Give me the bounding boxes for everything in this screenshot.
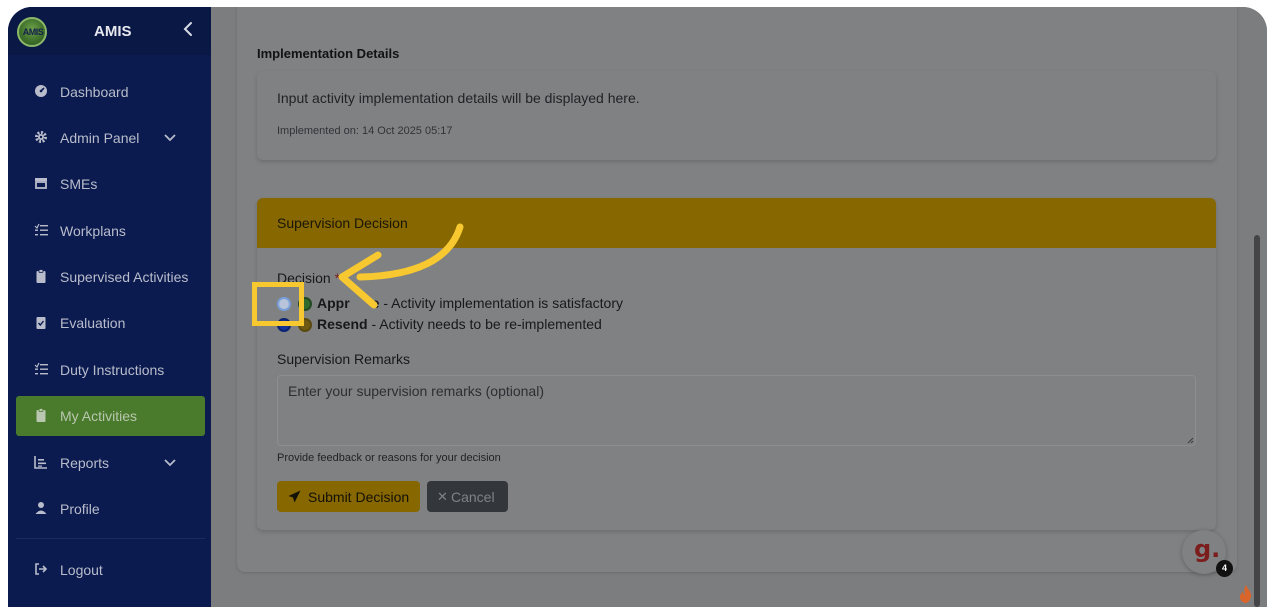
store-icon: [35, 178, 47, 189]
resend-option-description: - Activity needs to be re-implemented: [367, 316, 602, 332]
chevron-down-icon: [164, 134, 176, 142]
sidebar-item-label: Dashboard: [60, 84, 129, 100]
sidebar-item-dashboard[interactable]: Dashboard: [16, 72, 205, 112]
user-icon: [35, 502, 47, 514]
remarks-label: Supervision Remarks: [277, 351, 411, 367]
chevron-down-icon: [164, 459, 176, 467]
sidebar-item-label: Workplans: [60, 223, 126, 239]
remarks-textarea[interactable]: [277, 375, 1196, 446]
flame-icon[interactable]: [1238, 584, 1254, 604]
dashboard-icon: [35, 85, 47, 97]
supervision-title: Supervision Decision: [277, 215, 408, 231]
paper-plane-icon: [288, 490, 301, 503]
approve-option-description: - Activity implementation is satisfactor…: [379, 295, 623, 311]
logout-icon: [35, 563, 48, 575]
sidebar-item-smes[interactable]: SMEs: [16, 164, 205, 204]
logo-text: AMIS: [22, 27, 44, 37]
sidebar-item-label: Supervised Activities: [60, 269, 189, 285]
chart-icon: [34, 456, 47, 469]
main-content: Implementation Details Input activity im…: [211, 7, 1267, 607]
list-icon: [34, 223, 48, 236]
remarks-help-text: Provide feedback or reasons for your dec…: [277, 452, 501, 464]
clipboard-check-icon: [36, 317, 46, 329]
approve-option-text: Appr e - Activity implementation is satis…: [317, 295, 623, 311]
required-mark: *: [334, 270, 341, 286]
sidebar-item-label: SMEs: [60, 176, 98, 192]
sidebar-item-label: My Activities: [60, 408, 138, 424]
close-icon: ✕: [437, 489, 448, 504]
sidebar-item-logout[interactable]: Logout: [16, 550, 205, 590]
sidebar-brand: AMIS AMIS: [8, 7, 211, 55]
chat-widget-label: g.: [1194, 535, 1221, 563]
sidebar: AMIS AMIS Dashboard Admin Panel SMEs Wor…: [8, 7, 211, 607]
sidebar-item-workplans[interactable]: Workplans: [16, 211, 205, 251]
sidebar-item-label: Reports: [60, 455, 110, 471]
sidebar-item-admin-panel[interactable]: Admin Panel: [16, 118, 205, 158]
clipboard-icon: [36, 269, 46, 283]
sidebar-item-label: Evaluation: [60, 315, 126, 331]
implementation-title: Implementation Details: [257, 46, 400, 61]
sidebar-item-label: Admin Panel: [60, 130, 140, 146]
list-icon: [34, 362, 48, 375]
implementation-description: Input activity implementation details wi…: [277, 90, 640, 106]
page-scrollbar[interactable]: [1254, 235, 1260, 607]
resend-option-text: Resend - Activity needs to be re-impleme…: [317, 316, 602, 332]
sidebar-item-duty-instructions[interactable]: Duty Instructions: [16, 350, 205, 390]
sidebar-divider: [16, 538, 205, 539]
submit-decision-label: Submit Decision: [308, 489, 410, 505]
approve-option-name: Appr: [317, 295, 350, 311]
tutorial-highlight-box: [252, 282, 304, 326]
supervision-card: Supervision Decision Decision * Appr e - …: [257, 198, 1216, 530]
app-name: AMIS: [94, 23, 132, 40]
resend-option-name: Resend: [317, 316, 368, 332]
submit-decision-button[interactable]: Submit Decision: [277, 481, 420, 512]
chat-widget-badge: 4: [1216, 560, 1233, 577]
app-window: AMIS AMIS Dashboard Admin Panel SMEs Wor…: [8, 7, 1267, 607]
implementation-card: Input activity implementation details wi…: [257, 71, 1216, 160]
resize-grip-icon[interactable]: [1187, 437, 1194, 444]
sidebar-item-evaluation[interactable]: Evaluation: [16, 303, 205, 343]
chevron-left-icon[interactable]: [178, 17, 198, 41]
clipboard-icon: [36, 408, 46, 422]
sidebar-item-label: Duty Instructions: [60, 362, 165, 378]
sidebar-item-label: Profile: [60, 501, 100, 517]
implementation-date: Implemented on: 14 Oct 2025 05:17: [277, 125, 453, 137]
sidebar-item-profile[interactable]: Profile: [16, 489, 205, 529]
app-logo: AMIS: [17, 17, 47, 47]
supervision-header: Supervision Decision: [257, 198, 1216, 248]
sidebar-item-my-activities[interactable]: My Activities: [16, 396, 205, 436]
gear-icon: [35, 131, 47, 143]
cancel-button[interactable]: ✕ Cancel: [427, 481, 508, 512]
cancel-label: Cancel: [451, 489, 495, 505]
sidebar-item-reports[interactable]: Reports: [16, 443, 205, 483]
sidebar-item-supervised-activities[interactable]: Supervised Activities: [16, 257, 205, 297]
sidebar-item-label: Logout: [60, 562, 103, 578]
